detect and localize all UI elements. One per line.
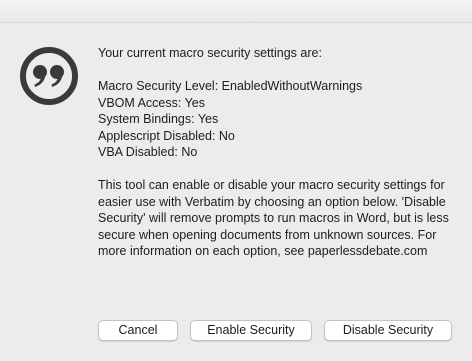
dialog-description: This tool can enable or disable your mac… <box>98 178 449 258</box>
settings-list: Macro Security Level: EnabledWithoutWarn… <box>98 78 458 161</box>
setting-applescript-disabled: Applescript Disabled: No <box>98 128 235 143</box>
cancel-button[interactable]: Cancel <box>98 320 178 341</box>
button-row: Cancel Enable Security Disable Security <box>0 320 472 342</box>
quotation-marks-icon <box>20 47 78 105</box>
dialog-message: Your current macro security settings are… <box>98 45 458 260</box>
macro-security-dialog: Your current macro security settings are… <box>0 22 472 361</box>
dialog-heading: Your current macro security settings are… <box>98 46 322 60</box>
background-window-strip <box>0 0 472 22</box>
enable-security-button[interactable]: Enable Security <box>190 320 312 341</box>
setting-macro-security-level: Macro Security Level: EnabledWithoutWarn… <box>98 79 363 93</box>
disable-security-button[interactable]: Disable Security <box>324 320 452 341</box>
setting-system-bindings: System Bindings: Yes <box>98 112 219 126</box>
setting-vba-disabled: VBA Disabled: No <box>98 145 198 159</box>
setting-vbom-access: VBOM Access: Yes <box>98 95 205 110</box>
